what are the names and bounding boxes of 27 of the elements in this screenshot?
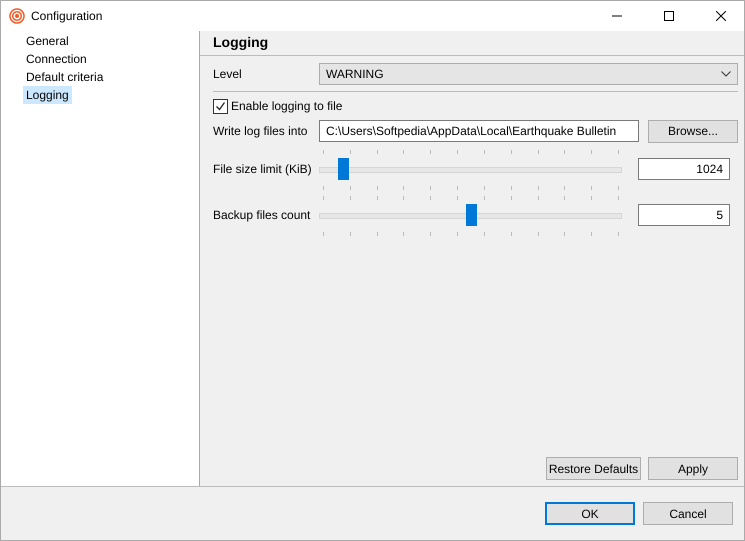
sidebar-item[interactable]: Connection [23,50,90,68]
log-dir-field[interactable]: C:\Users\Softpedia\AppData\Local\Earthquake Bulletin [319,120,639,142]
maximize-icon [664,11,674,21]
slider-thumb[interactable] [338,158,350,180]
chevron-down-icon [721,71,731,77]
panel-title: Logging [200,31,744,56]
number-field[interactable]: 1024 [638,158,730,180]
app-logo-icon [9,8,25,24]
slider-label: Backup files count [213,208,312,222]
slider-label: File size limit (KiB) [213,162,313,176]
browse-button[interactable]: Browse... [648,120,738,142]
sidebar-item[interactable]: Default criteria [23,68,106,86]
sidebar-item[interactable]: General [23,32,72,50]
cancel-button[interactable]: Cancel [643,502,733,525]
slider-thumb[interactable] [466,204,476,226]
sidebar-item[interactable]: Logging [23,86,72,104]
close-icon [716,11,726,21]
ok-button[interactable]: OK [545,502,635,525]
level-label: Level [213,67,243,81]
level-dropdown[interactable]: WARNING [319,63,738,85]
log-dir-label: Write log files into [213,124,308,138]
number-field[interactable]: 5 [638,204,730,226]
restore-defaults-button[interactable]: Restore Defaults [546,457,641,480]
apply-button[interactable]: Apply [648,457,738,480]
checkbox[interactable] [213,98,228,114]
checkbox-label: Enable logging to file [231,99,342,113]
window-title: Configuration [31,9,104,23]
